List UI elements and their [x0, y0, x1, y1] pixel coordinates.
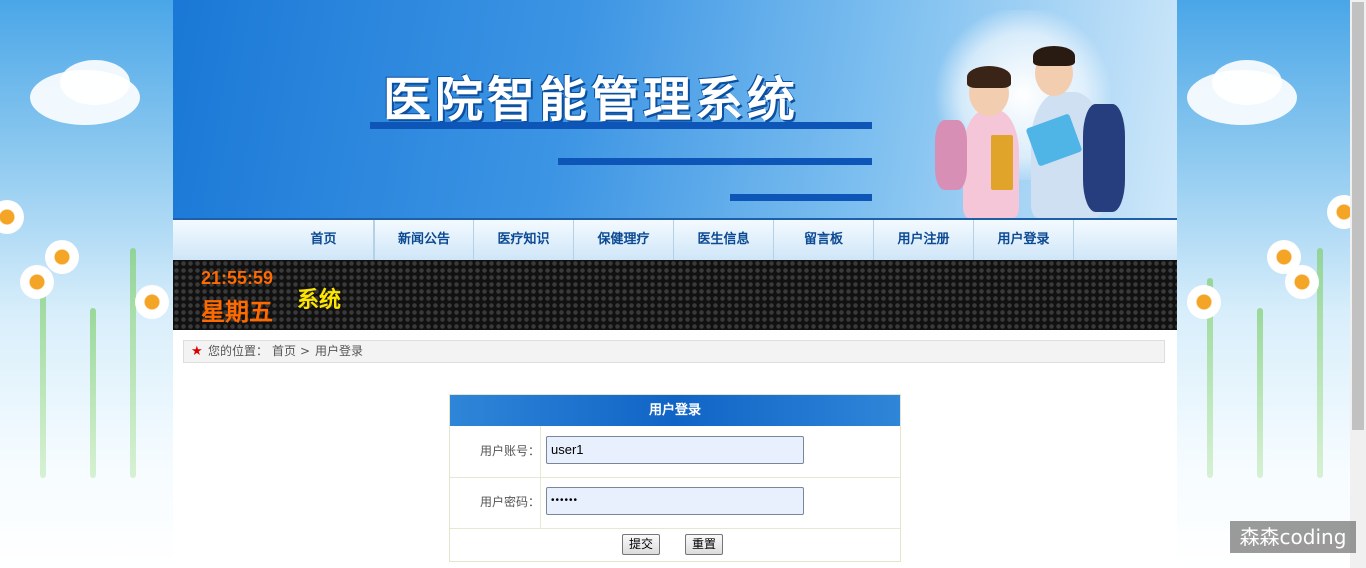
clock-strip: 21:55:59 星期五 系统 — [173, 260, 1177, 330]
scrollbar-thumb[interactable] — [1352, 2, 1364, 430]
nav-item-home[interactable]: 首页 — [274, 220, 374, 260]
clock-weekday: 星期五 — [201, 298, 273, 326]
scrolling-system-text: 系统 — [297, 288, 342, 313]
banner-stripe — [558, 158, 872, 165]
account-input[interactable]: user1 — [546, 436, 804, 464]
header-banner: 医院智能管理系统 — [173, 0, 1177, 218]
account-row: 用户账号： user1 — [450, 426, 900, 478]
nav-item-medical-knowledge[interactable]: 医疗知识 — [474, 220, 574, 260]
breadcrumb-current: 用户登录 — [315, 344, 364, 358]
account-label: 用户账号： — [450, 426, 541, 477]
right-background-decoration — [1177, 0, 1350, 568]
password-row: 用户密码： •••••• — [450, 477, 900, 529]
submit-button[interactable]: 提交 — [622, 534, 661, 555]
reset-button[interactable]: 重置 — [685, 534, 724, 555]
nav-item-health-care[interactable]: 保健理疗 — [574, 220, 674, 260]
left-background-decoration — [0, 0, 173, 568]
login-form-title: 用户登录 — [450, 395, 900, 426]
nav-item-register[interactable]: 用户注册 — [874, 220, 974, 260]
nav-item-news[interactable]: 新闻公告 — [374, 220, 474, 260]
password-input[interactable]: •••••• — [546, 487, 804, 515]
site-title: 医院智能管理系统 — [383, 72, 800, 128]
banner-stripe — [730, 194, 872, 201]
login-form: 用户登录 用户账号： user1 用户密码： •••••• 提交 重置 — [449, 394, 901, 562]
nav-item-login[interactable]: 用户登录 — [974, 220, 1074, 260]
breadcrumb-prefix: 您的位置： — [208, 344, 269, 358]
main-nav: 首页 新闻公告 医疗知识 保健理疗 医生信息 留言板 用户注册 用户登录 — [173, 218, 1177, 260]
breadcrumb: ★ 您的位置： 首页 > 用户登录 — [183, 340, 1165, 363]
password-label: 用户密码： — [450, 477, 541, 528]
banner-stripe — [370, 122, 872, 129]
clock-time: 21:55:59 — [201, 268, 274, 288]
watermark: 森森coding — [1230, 521, 1356, 553]
star-icon: ★ — [191, 344, 203, 359]
breadcrumb-home-link[interactable]: 首页 — [272, 341, 296, 362]
page-container: 医院智能管理系统 首页 新闻公告 医疗知识 保健理疗 医生信息 留言板 用户注册… — [173, 0, 1177, 568]
nav-item-doctors[interactable]: 医生信息 — [674, 220, 774, 260]
nav-item-message-board[interactable]: 留言板 — [774, 220, 874, 260]
breadcrumb-separator: > — [300, 344, 311, 358]
